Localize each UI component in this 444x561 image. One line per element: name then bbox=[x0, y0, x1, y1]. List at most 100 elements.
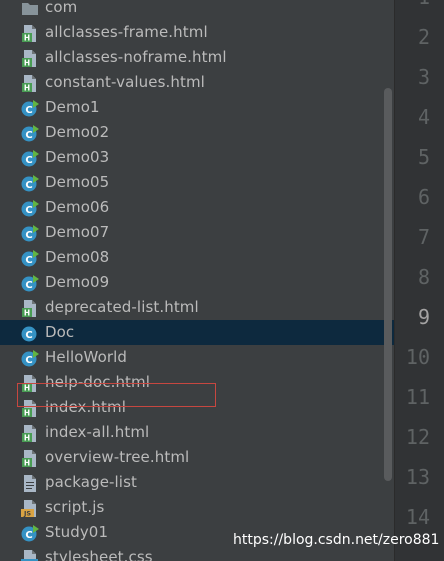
file-tree-item-label: Demo02 bbox=[45, 123, 110, 141]
folder-icon bbox=[21, 0, 39, 17]
line-number: 6 bbox=[417, 185, 430, 209]
svg-text:H: H bbox=[24, 34, 30, 43]
file-tree-item[interactable]: C Demo02 bbox=[0, 120, 394, 145]
file-tree-item[interactable]: C HelloWorld bbox=[0, 345, 394, 370]
file-tree-item-label: Study01 bbox=[45, 523, 109, 541]
file-tree-item-label: index.html bbox=[45, 398, 126, 416]
file-tree-item-label: script.js bbox=[45, 498, 105, 516]
class-run-icon: C bbox=[21, 525, 39, 542]
file-tree-item[interactable]: package-list bbox=[0, 470, 394, 495]
svg-text:C: C bbox=[25, 130, 32, 141]
file-tree-item[interactable]: Hallclasses-noframe.html bbox=[0, 45, 394, 70]
file-tree-item[interactable]: C Demo05 bbox=[0, 170, 394, 195]
file-list: com Hallclasses-frame.html Hallclasses-nof… bbox=[0, 0, 394, 561]
file-tree-item[interactable]: C Demo07 bbox=[0, 220, 394, 245]
svg-text:H: H bbox=[24, 434, 30, 443]
file-tree-item-label: overview-tree.html bbox=[45, 448, 190, 466]
file-tree-item[interactable]: C Demo06 bbox=[0, 195, 394, 220]
line-number: 13 bbox=[405, 465, 430, 489]
file-tree-item[interactable]: Hconstant-values.html bbox=[0, 70, 394, 95]
svg-text:H: H bbox=[24, 309, 30, 318]
file-tree-item-label: allclasses-frame.html bbox=[45, 23, 208, 41]
file-tree-item[interactable]: C Demo03 bbox=[0, 145, 394, 170]
line-number: 5 bbox=[417, 145, 430, 169]
svg-text:C: C bbox=[25, 205, 32, 216]
file-tree-item-label: Demo09 bbox=[45, 273, 110, 291]
svg-text:C: C bbox=[25, 180, 32, 191]
svg-text:C: C bbox=[25, 105, 32, 116]
line-number: 12 bbox=[405, 425, 430, 449]
file-tree-item-label: Demo07 bbox=[45, 223, 110, 241]
line-number: 1 bbox=[394, 0, 430, 17]
file-tree-item-label: Demo1 bbox=[45, 98, 100, 116]
file-tree-item-label: Demo05 bbox=[45, 173, 110, 191]
html-file-icon: H bbox=[21, 300, 39, 318]
file-tree-item[interactable]: C Demo1 bbox=[0, 95, 394, 120]
class-run-icon: C bbox=[21, 100, 39, 117]
line-number-gutter: 1234567891011121314 bbox=[394, 0, 444, 561]
svg-text:C: C bbox=[25, 355, 32, 366]
class-run-icon: C bbox=[21, 275, 39, 292]
file-tree-item-label: Demo03 bbox=[45, 148, 110, 166]
line-number: 2 bbox=[417, 25, 430, 49]
file-tree-item-label: index-all.html bbox=[45, 423, 150, 441]
file-tree-item[interactable]: C Demo08 bbox=[0, 245, 394, 270]
class-run-icon: C bbox=[21, 225, 39, 242]
class-run-icon: C bbox=[21, 150, 39, 167]
svg-text:C: C bbox=[25, 255, 32, 266]
svg-text:JS: JS bbox=[23, 510, 31, 518]
svg-text:C: C bbox=[25, 155, 32, 166]
line-number: 11 bbox=[405, 385, 430, 409]
file-tree-item-label: Demo08 bbox=[45, 248, 110, 266]
css-file-icon: CSS bbox=[21, 550, 39, 561]
svg-text:H: H bbox=[24, 59, 30, 68]
line-number: 8 bbox=[417, 265, 430, 289]
html-file-icon: H bbox=[21, 50, 39, 68]
svg-text:H: H bbox=[24, 459, 30, 468]
svg-text:C: C bbox=[25, 530, 32, 541]
file-tree-item[interactable]: com bbox=[0, 0, 394, 20]
vertical-scrollbar[interactable] bbox=[384, 88, 392, 481]
html-file-icon: H bbox=[21, 25, 39, 43]
html-file-icon: H bbox=[21, 400, 39, 418]
line-number: 3 bbox=[417, 65, 430, 89]
file-tree-item[interactable]: Hdeprecated-list.html bbox=[0, 295, 394, 320]
html-file-icon: H bbox=[21, 375, 39, 393]
project-file-tree: com Hallclasses-frame.html Hallclasses-nof… bbox=[0, 0, 394, 561]
svg-text:H: H bbox=[24, 384, 30, 393]
watermark-text: https://blog.csdn.net/zero881 bbox=[233, 532, 440, 548]
file-tree-item-label: Demo06 bbox=[45, 198, 110, 216]
svg-text:C: C bbox=[25, 330, 32, 341]
file-tree-item-label: stylesheet.css bbox=[45, 548, 153, 561]
svg-text:C: C bbox=[25, 230, 32, 241]
file-tree-item[interactable]: Hoverview-tree.html bbox=[0, 445, 394, 470]
line-number: 4 bbox=[417, 105, 430, 129]
file-tree-item[interactable]: C Demo09 bbox=[0, 270, 394, 295]
html-file-icon: H bbox=[21, 425, 39, 443]
file-tree-item[interactable]: Hindex-all.html bbox=[0, 420, 394, 445]
js-file-icon: JS bbox=[21, 500, 39, 518]
file-tree-item-label: package-list bbox=[45, 473, 137, 491]
file-tree-item-label: help-doc.html bbox=[45, 373, 151, 391]
html-file-icon: H bbox=[21, 75, 39, 93]
class-run-icon: C bbox=[21, 200, 39, 217]
file-tree-item[interactable]: Hindex.html bbox=[0, 395, 394, 420]
class-icon: C bbox=[21, 325, 39, 342]
svg-text:C: C bbox=[25, 280, 32, 291]
file-tree-item-label: Doc bbox=[45, 323, 75, 341]
svg-text:H: H bbox=[24, 409, 30, 418]
line-number: 7 bbox=[417, 225, 430, 249]
file-tree-item-label: com bbox=[45, 0, 78, 16]
file-tree-item[interactable]: Hhelp-doc.html bbox=[0, 370, 394, 395]
class-run-icon: C bbox=[21, 350, 39, 367]
class-run-icon: C bbox=[21, 175, 39, 192]
line-number: 14 bbox=[405, 505, 430, 529]
svg-text:H: H bbox=[24, 84, 30, 93]
file-tree-item[interactable]: JS script.js bbox=[0, 495, 394, 520]
file-tree-item[interactable]: Hallclasses-frame.html bbox=[0, 20, 394, 45]
class-run-icon: C bbox=[21, 250, 39, 267]
file-tree-item-label: HelloWorld bbox=[45, 348, 128, 366]
file-tree-item[interactable]: C Doc bbox=[0, 320, 394, 345]
line-number: 9 bbox=[417, 305, 430, 329]
html-file-icon: H bbox=[21, 450, 39, 468]
